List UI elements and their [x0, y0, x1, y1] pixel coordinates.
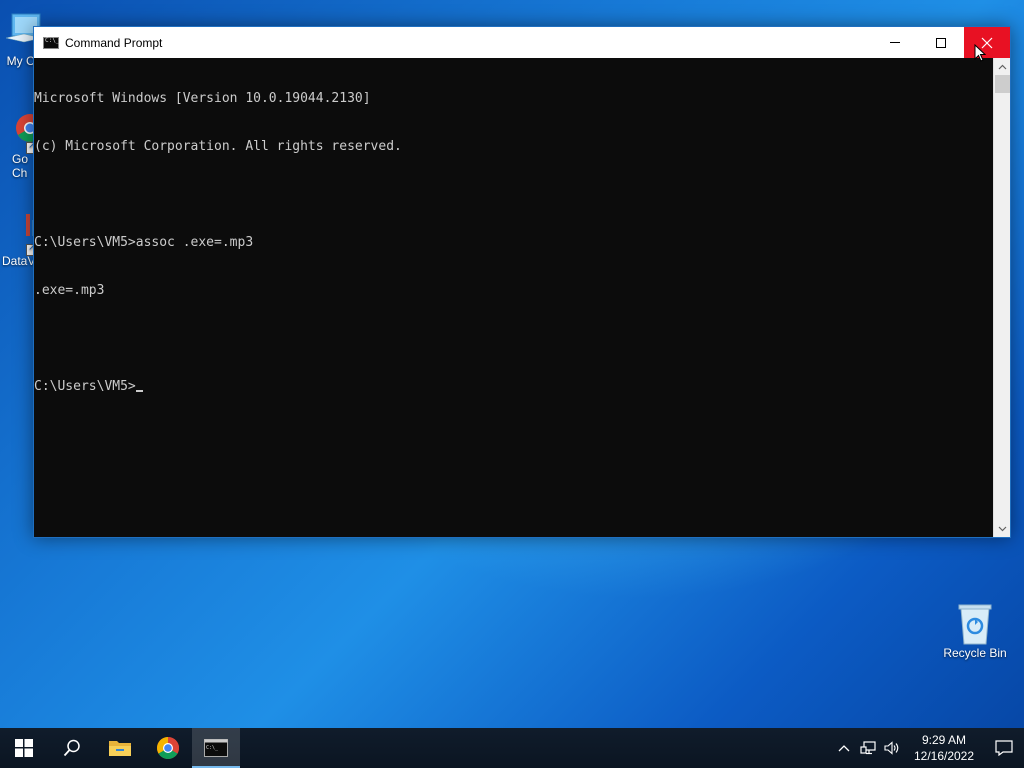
- command-prompt-window[interactable]: Command Prompt Microsoft Windows [Versio…: [33, 26, 1011, 538]
- chevron-up-icon: [998, 64, 1007, 69]
- title-bar[interactable]: Command Prompt: [34, 27, 1010, 58]
- speaker-icon: [884, 741, 899, 755]
- scroll-down-button[interactable]: [994, 520, 1011, 537]
- clock-time: 9:29 AM: [921, 733, 967, 747]
- maximize-icon: [936, 37, 946, 48]
- console-line: .exe=.mp3: [34, 283, 105, 298]
- desktop-icon-recycle-bin[interactable]: Recycle Bin: [937, 602, 1013, 660]
- close-button[interactable]: [964, 27, 1010, 58]
- console-prompt: C:\Users\VM5>: [34, 379, 136, 394]
- taskbar: C:\_ 9:29 AM 12/16/2022: [0, 728, 1024, 768]
- text-cursor: [135, 390, 143, 392]
- folder-icon: [109, 741, 131, 756]
- taskbar-command-prompt[interactable]: C:\_: [192, 728, 240, 768]
- network-icon: [860, 741, 876, 755]
- mouse-pointer-icon: [974, 44, 986, 62]
- notification-icon: [995, 740, 1013, 756]
- console-line: Microsoft Windows [Version 10.0.19044.21…: [34, 91, 371, 106]
- desktop-icon-label: Recycle Bin: [943, 646, 1007, 660]
- vertical-scrollbar[interactable]: [993, 58, 1010, 537]
- windows-logo-icon: [15, 739, 33, 757]
- system-tray: 9:29 AM 12/16/2022: [832, 728, 1024, 768]
- scroll-thumb[interactable]: [995, 75, 1010, 93]
- chevron-up-icon: [838, 745, 850, 752]
- action-center-button[interactable]: [984, 728, 1024, 768]
- maximize-button[interactable]: [918, 27, 964, 58]
- minimize-icon: [890, 42, 900, 43]
- console-line: (c) Microsoft Corporation. All rights re…: [34, 139, 402, 154]
- network-button[interactable]: [856, 728, 880, 768]
- taskbar-file-explorer[interactable]: [96, 728, 144, 768]
- taskbar-chrome[interactable]: [144, 728, 192, 768]
- svg-text:C:\_: C:\_: [206, 745, 219, 751]
- volume-button[interactable]: [880, 728, 904, 768]
- recycle-bin-icon: [955, 602, 995, 645]
- minimize-button[interactable]: [872, 27, 918, 58]
- console-line: C:\Users\VM5>assoc .exe=.mp3: [34, 235, 254, 250]
- console-prompt-line[interactable]: C:\Users\VM5>: [34, 379, 994, 395]
- chevron-down-icon: [998, 526, 1007, 531]
- console-output[interactable]: Microsoft Windows [Version 10.0.19044.21…: [34, 58, 994, 537]
- start-button[interactable]: [0, 728, 48, 768]
- search-icon: [63, 739, 80, 757]
- cmd-icon: C:\_: [204, 739, 228, 757]
- scroll-up-button[interactable]: [994, 58, 1011, 75]
- show-hidden-icons-button[interactable]: [832, 728, 856, 768]
- clock-date: 12/16/2022: [913, 749, 975, 763]
- search-button[interactable]: [48, 728, 96, 768]
- window-controls: [872, 27, 1010, 58]
- chrome-icon: [157, 737, 179, 759]
- clock[interactable]: 9:29 AM 12/16/2022: [908, 732, 980, 764]
- window-title: Command Prompt: [65, 35, 163, 50]
- cmd-icon: [43, 36, 59, 49]
